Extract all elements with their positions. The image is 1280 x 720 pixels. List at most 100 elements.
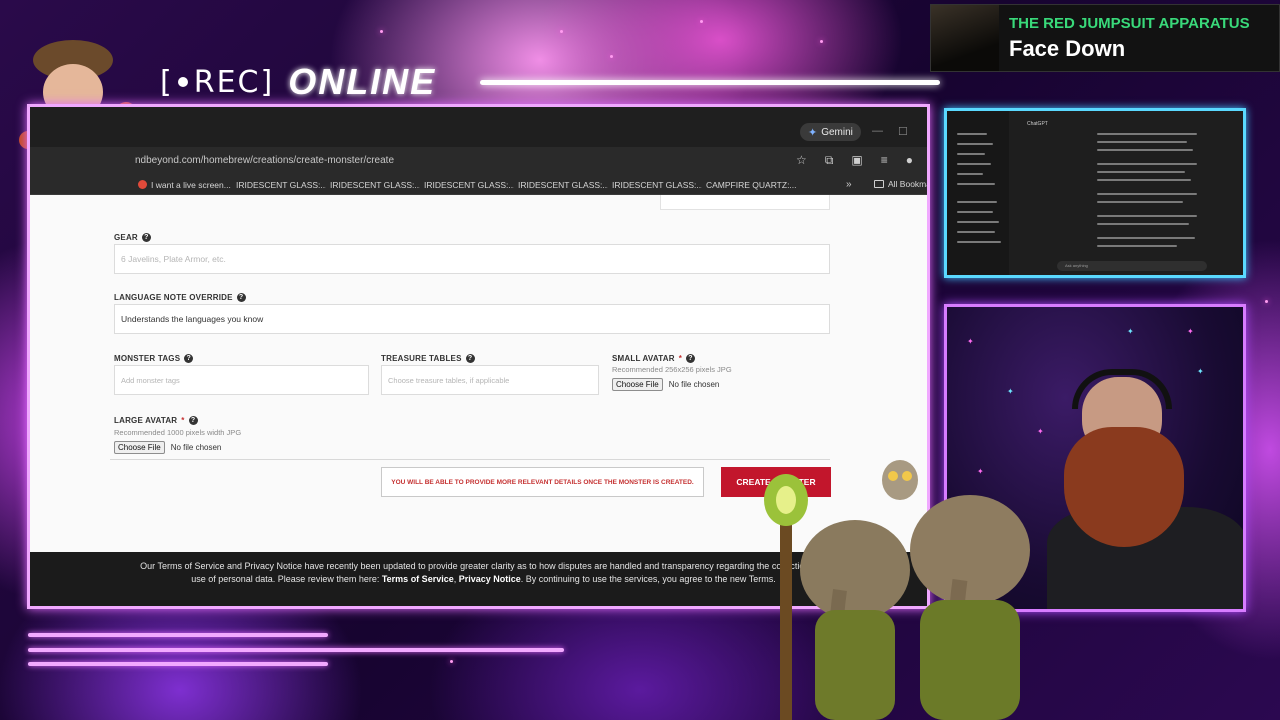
gemini-star-icon: ✦ [808, 126, 818, 139]
large-avatar-file-status: No file chosen [170, 443, 222, 452]
rec-indicator: [ REC ] ONLINE [160, 61, 437, 102]
streamer-beard [1064, 427, 1184, 547]
elephant-characters-icon [764, 460, 1030, 720]
sparkle [700, 20, 703, 23]
form-divider [110, 459, 830, 460]
gear-label: GEAR ? [114, 233, 151, 242]
privacy-notice-link[interactable]: Privacy Notice [459, 574, 521, 584]
bookmark-item[interactable]: IRIDESCENT GLASS:... [232, 180, 326, 190]
small-avatar-hint: Recommended 256x256 pixels JPG [612, 365, 732, 374]
help-icon[interactable]: ? [188, 416, 198, 425]
language-note-label: LANGUAGE NOTE OVERRIDE ? [114, 293, 246, 302]
reddit-icon [138, 180, 147, 189]
online-label: ONLINE [288, 61, 437, 102]
star-icon: ✦ [1187, 327, 1194, 336]
deco-line [28, 662, 328, 666]
bookmark-star-icon[interactable]: ☆ [796, 153, 807, 168]
large-avatar-label: LARGE AVATAR * ? [114, 416, 198, 425]
extensions-icon[interactable]: ⧉ [825, 153, 834, 168]
bookmark-label: IRIDESCENT GLASS:... [236, 179, 326, 190]
star-icon: ✦ [1007, 387, 1014, 396]
bookmark-label: IRIDESCENT GLASS:... [518, 179, 608, 190]
star-icon: ✦ [1197, 367, 1204, 376]
help-icon[interactable]: ? [465, 354, 475, 363]
media-icon[interactable]: ≡ [881, 153, 888, 168]
large-avatar-choose-file-button[interactable]: Choose File [114, 441, 165, 454]
treasure-tables-label-text: TREASURE TABLES [381, 354, 462, 363]
small-avatar-file-status: No file chosen [668, 380, 720, 389]
minimize-icon[interactable]: — [872, 125, 883, 137]
deco-line [28, 633, 328, 637]
rec-bracket-left: [ [160, 64, 174, 100]
monster-tags-label: MONSTER TAGS ? [114, 354, 194, 363]
help-icon[interactable]: ? [141, 233, 151, 242]
bookmark-item[interactable]: IRIDESCENT GLASS:... [514, 180, 608, 190]
treasure-tables-label: TREASURE TABLES ? [381, 354, 475, 363]
bookmark-label: IRIDESCENT GLASS:... [330, 179, 420, 190]
record-dot-icon [177, 77, 188, 87]
required-marker: * [181, 416, 185, 425]
small-avatar-file-row: Choose File No file chosen [612, 378, 719, 391]
bookmark-item[interactable]: IRIDESCENT GLASS:... [326, 180, 420, 190]
deco-line [28, 648, 564, 652]
bookmarks-bar: I want a live screen... IRIDESCENT GLASS… [30, 175, 927, 195]
rec-bracket-right: ] [260, 64, 275, 100]
chat-title: ChatGPT [1027, 121, 1048, 127]
bookmark-item[interactable]: IRIDESCENT GLASS:... [420, 180, 514, 190]
small-avatar-label-text: SMALL AVATAR [612, 354, 675, 363]
help-icon[interactable]: ? [184, 354, 194, 363]
help-icon[interactable]: ? [686, 354, 696, 363]
album-art [931, 5, 999, 71]
folder-label: All Bookma [888, 179, 930, 189]
small-avatar-label: SMALL AVATAR * ? [612, 354, 696, 363]
cookie-text-end: . By continuing to use the services, you… [520, 574, 776, 584]
help-icon[interactable]: ? [236, 293, 246, 302]
star-icon: ✦ [1037, 427, 1044, 436]
maximize-icon[interactable]: ☐ [898, 125, 908, 138]
bookmark-item[interactable]: CAMPFIRE QUARTZ:... [702, 180, 796, 190]
small-avatar-choose-file-button[interactable]: Choose File [612, 378, 663, 391]
sparkle [560, 30, 563, 33]
folder-icon [874, 180, 884, 188]
rec-label: REC [193, 64, 261, 100]
bookmark-label: CAMPFIRE QUARTZ:... [706, 179, 796, 190]
bookmark-item[interactable]: I want a live screen... [138, 180, 232, 190]
url-text[interactable]: ndbeyond.com/homebrew/creations/create-m… [135, 155, 394, 166]
now-playing-widget: THE RED JUMPSUIT APPARATUS Face Down [930, 4, 1280, 72]
sparkle [1265, 300, 1268, 303]
chevron-right-icon[interactable]: » [846, 179, 852, 190]
language-note-input[interactable]: Understands the languages you know [114, 304, 830, 334]
star-icon: ✦ [967, 337, 974, 346]
sparkle [450, 660, 453, 663]
gear-input[interactable]: 6 Javelins, Plate Armor, etc. [114, 244, 830, 274]
sparkle [380, 30, 383, 33]
large-avatar-label-text: LARGE AVATAR [114, 416, 178, 425]
now-playing-song: Face Down [1009, 36, 1126, 61]
monster-tags-label-text: MONSTER TAGS [114, 354, 181, 363]
browser-titlebar: ✦ Gemini — ☐ [30, 107, 927, 147]
second-screen-capture: ChatGPT Ask anything [944, 108, 1246, 278]
headphones-icon [1072, 369, 1172, 409]
monster-tags-input[interactable]: Add monster tags [114, 365, 369, 395]
bookmark-label: IRIDESCENT GLASS:... [612, 179, 702, 190]
now-playing-artist: THE RED JUMPSUIT APPARATUS [1009, 15, 1250, 32]
bookmark-item[interactable]: IRIDESCENT GLASS:... [608, 180, 702, 190]
language-note-label-text: LANGUAGE NOTE OVERRIDE [114, 293, 233, 302]
gemini-button[interactable]: ✦ Gemini [800, 123, 861, 141]
sparkle [610, 55, 613, 58]
star-icon: ✦ [1127, 327, 1134, 336]
address-bar[interactable]: ndbeyond.com/homebrew/creations/create-m… [30, 147, 927, 175]
create-notice: YOU WILL BE ABLE TO PROVIDE MORE RELEVAN… [381, 467, 704, 497]
profile-icon[interactable]: ● [906, 153, 913, 168]
chat-input: Ask anything [1057, 261, 1207, 271]
terms-of-service-link[interactable]: Terms of Service [382, 574, 454, 584]
previous-field[interactable] [660, 195, 830, 210]
required-marker: * [678, 354, 683, 363]
cast-icon[interactable]: ▣ [851, 153, 862, 168]
treasure-tables-input[interactable]: Choose treasure tables, if applicable [381, 365, 599, 395]
rec-divider-line [480, 80, 940, 85]
large-avatar-file-row: Choose File No file chosen [114, 441, 221, 454]
gemini-label: Gemini [821, 126, 853, 138]
all-bookmarks-folder[interactable]: All Bookma [874, 179, 930, 189]
gear-label-text: GEAR [114, 233, 138, 242]
